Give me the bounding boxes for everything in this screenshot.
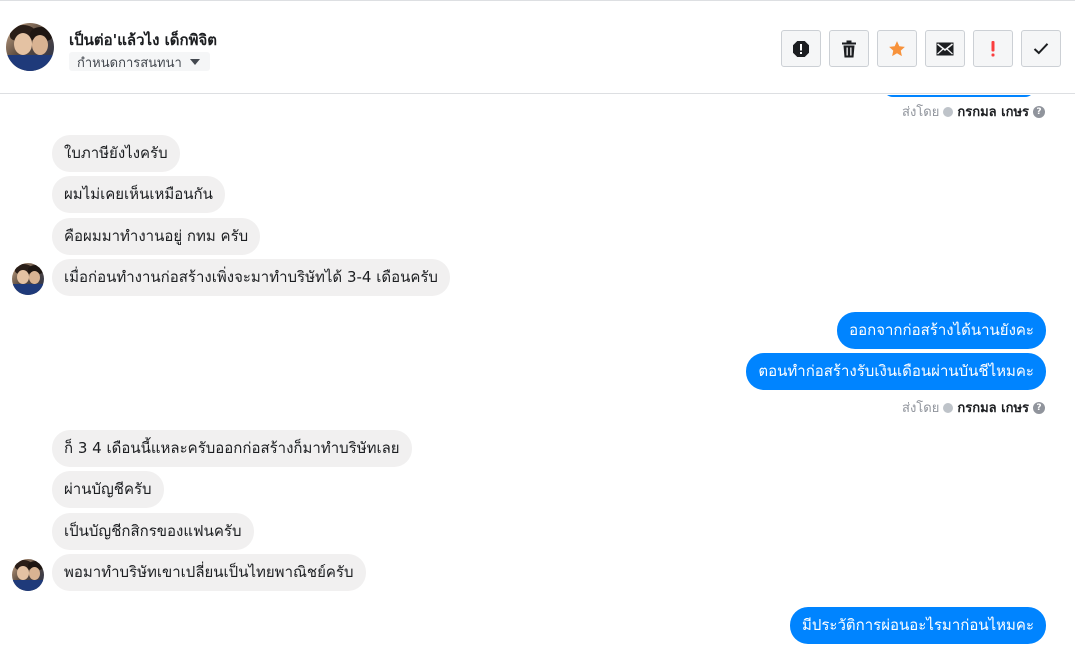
envelope-icon [936,42,954,55]
incoming-message[interactable]: คือผมมาทำงานอยู่ กทม ครับ [52,218,261,255]
sent-by-prefix: ส่งโดย [902,105,940,120]
action-toolbar [781,30,1061,67]
incoming-message[interactable]: เป็นบัญชีกสิกรของแฟนครับ [52,513,254,550]
incoming-message[interactable]: พอมาทำบริษัทเขาเปลี่ยนเป็นไทยพาณิชย์ครับ [52,554,366,591]
schedule-label: กำหนดการสนทนา [77,55,182,71]
incoming-message[interactable]: เมื่อก่อนทำงานก่อสร้างเพิ่งจะมาทำบริษัทไ… [52,259,450,296]
seen-check-icon [943,106,954,117]
help-icon[interactable]: ? [1033,105,1045,118]
contact-avatar-small[interactable] [12,559,44,591]
schedule-dropdown[interactable]: กำหนดการสนทนา [69,52,210,71]
contact-name[interactable]: เป็นต่อ'แล้วไง เด็กพิจิต [69,28,217,52]
caret-down-icon [189,59,200,65]
sent-by-name[interactable]: กรกมล เกษร [957,101,1029,122]
sent-by-row: ส่งโดย กรกมล เกษร ? [902,397,1045,418]
sent-by-name[interactable]: กรกมล เกษร [957,397,1029,418]
trash-icon [842,40,856,57]
sent-by-prefix: ส่งโดย [902,401,940,416]
outgoing-message[interactable]: มีประวัติการผ่อนอะไรมาก่อนไหมคะ [789,607,1046,644]
contact-avatar[interactable] [6,23,54,71]
incoming-message[interactable]: ผมไม่เคยเห็นเหมือนกัน [52,176,225,213]
incoming-message[interactable]: ใบภาษียังไงครับ [52,135,180,172]
contact-avatar-small[interactable] [12,263,44,295]
help-icon[interactable]: ? [1033,401,1045,414]
report-button[interactable] [781,30,821,67]
report-icon [793,40,809,57]
incoming-message[interactable]: ก็ 3 4 เดือนนี้แหละครับออกก่อสร้างก็มาทำ… [52,430,412,467]
incoming-message[interactable]: ผ่านบัญชีครับ [52,471,164,508]
delete-button[interactable] [829,30,869,67]
important-button[interactable] [973,30,1013,67]
seen-check-icon [943,402,954,413]
outgoing-message[interactable]: ออกจากก่อสร้างได้นานยังคะ [837,312,1046,349]
star-button[interactable] [877,30,917,67]
message-thread[interactable]: ส่งโดย กรกมล เกษร ? ใบภาษียังไงครับ ผมไม… [0,95,1075,652]
conversation-header: เป็นต่อ'แล้วไง เด็กพิจิต กำหนดการสนทนา [0,0,1075,94]
sent-by-row: ส่งโดย กรกมล เกษร ? [902,101,1045,122]
outgoing-message-bubble-partial [883,95,1035,97]
outgoing-message[interactable]: ตอนทำก่อสร้างรับเงินเดือนผ่านบันชีไหมคะ [746,353,1046,390]
check-icon [1033,43,1049,55]
important-icon [991,40,995,56]
mark-unread-button[interactable] [925,30,965,67]
star-icon [889,40,905,56]
done-button[interactable] [1021,30,1061,67]
